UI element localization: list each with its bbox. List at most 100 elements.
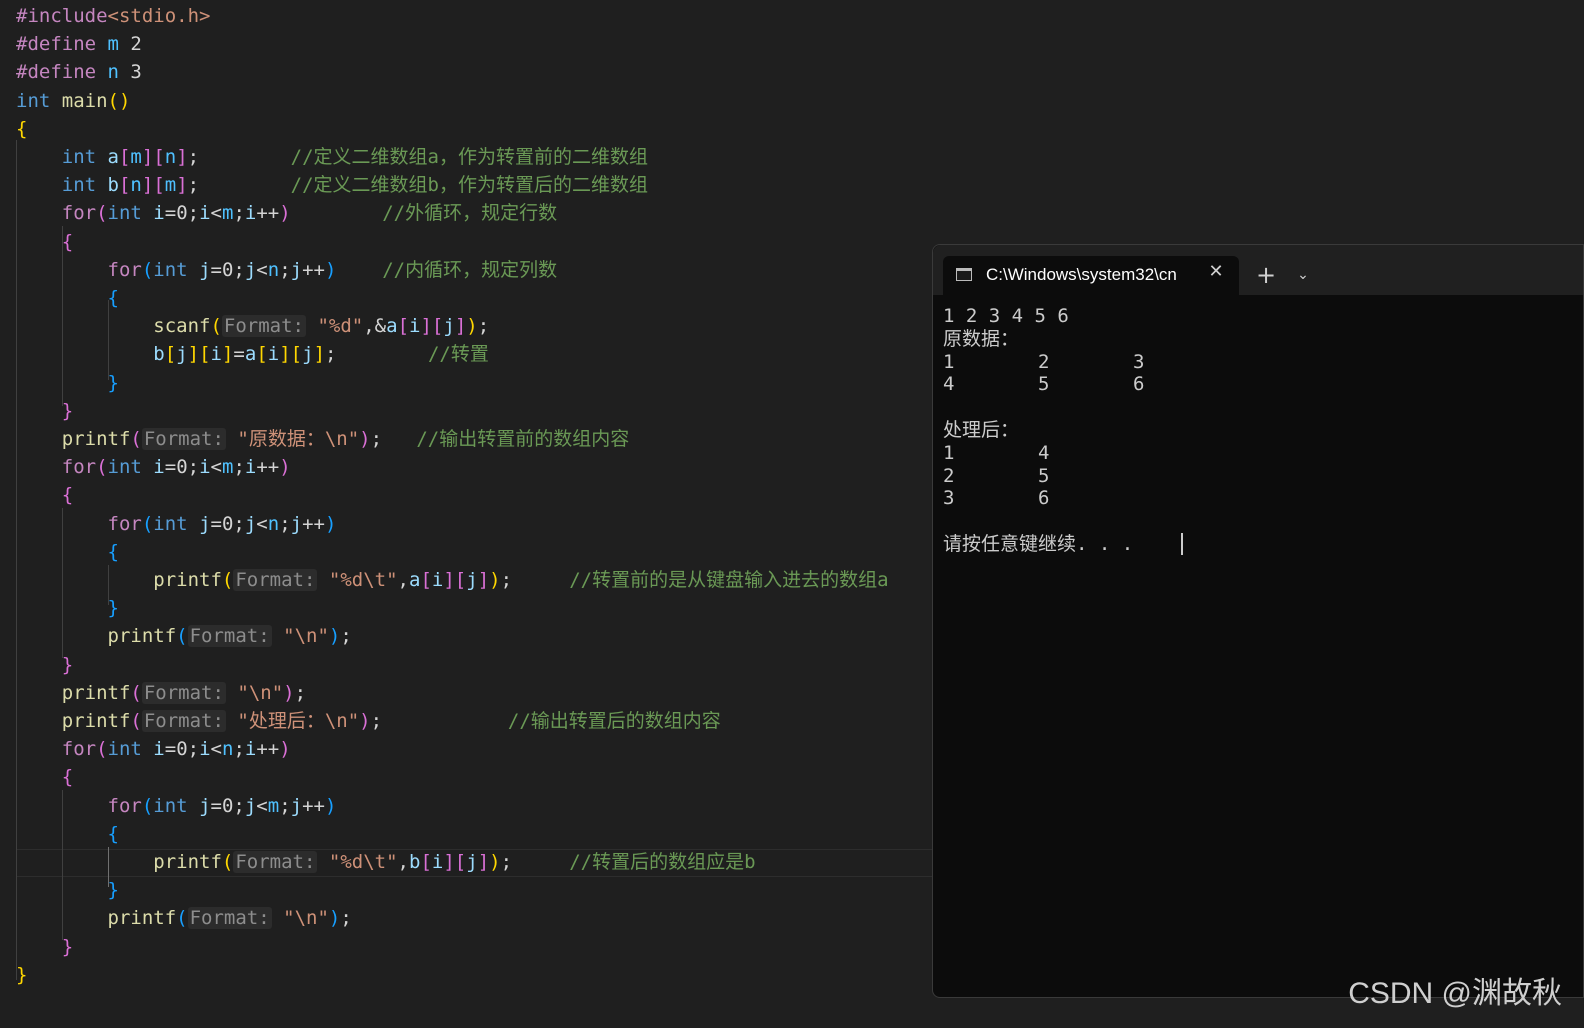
code-line[interactable]: for(int j=0;j<m;j++) bbox=[16, 792, 337, 820]
code-token: 3 bbox=[118, 61, 142, 84]
code-token: j bbox=[199, 794, 211, 817]
code-line[interactable]: { bbox=[16, 115, 27, 143]
code-line[interactable]: { bbox=[16, 820, 119, 848]
code-line[interactable]: #define m 2 bbox=[16, 30, 142, 58]
code-token: ,& bbox=[363, 315, 387, 338]
code-token: ++ bbox=[256, 202, 280, 225]
code-token: ] bbox=[176, 174, 188, 197]
code-line[interactable]: } bbox=[16, 933, 73, 961]
code-line[interactable]: { bbox=[16, 538, 119, 566]
code-line[interactable]: printf(Format: "%d\t",b[i][j]); //转置后的数组… bbox=[16, 848, 756, 876]
terminal-text: 5 bbox=[1038, 373, 1050, 396]
code-line[interactable]: } bbox=[16, 369, 119, 397]
code-line[interactable]: { bbox=[16, 228, 73, 256]
code-token: } bbox=[16, 653, 74, 676]
code-line[interactable]: #include<stdio.h> bbox=[16, 2, 210, 30]
code-token: <stdio.h> bbox=[107, 5, 211, 27]
code-line[interactable]: for(int i=0;i<m;i++) bbox=[16, 453, 291, 481]
code-token: ) bbox=[279, 738, 291, 761]
code-token: ][ bbox=[279, 343, 303, 366]
terminal-line: 4 5 6 bbox=[943, 373, 1563, 396]
terminal-output[interactable]: 1 2 3 4 5 6 原数据： 1 2 3 4 5 6 处理后： 1 4 2 5 3 6 请按任意键继续. … bbox=[943, 305, 1573, 985]
close-tab-icon[interactable]: ✕ bbox=[1205, 261, 1227, 283]
code-line[interactable]: } bbox=[16, 594, 119, 622]
terminal-cursor bbox=[1181, 533, 1183, 555]
code-line[interactable]: #define n 3 bbox=[16, 58, 142, 86]
new-tab-button[interactable]: + bbox=[1253, 262, 1279, 288]
code-line[interactable]: scanf(Format: "%d",&a[i][j]); bbox=[16, 312, 489, 340]
parameter-hint: Format: bbox=[141, 428, 226, 450]
code-token: b bbox=[16, 343, 165, 366]
code-line[interactable]: printf(Format: "\n"); bbox=[16, 622, 352, 650]
code-comment: //内循环，规定列数 bbox=[382, 258, 558, 281]
code-token: =0; bbox=[164, 202, 200, 225]
code-line[interactable]: for(int j=0;j<n;j++) //内循环，规定列数 bbox=[16, 256, 558, 284]
code-token: m bbox=[164, 174, 177, 197]
parameter-hint: Format: bbox=[141, 681, 226, 704]
code-line[interactable]: { bbox=[16, 481, 73, 509]
code-token: ) bbox=[466, 315, 478, 338]
code-line[interactable]: printf(Format: "\n"); bbox=[16, 904, 352, 932]
code-line[interactable]: } bbox=[16, 651, 73, 679]
terminal-line: 14 bbox=[943, 442, 1563, 465]
code-token: m bbox=[221, 456, 234, 479]
code-token: i bbox=[244, 456, 257, 479]
code-line[interactable]: printf(Format: "\n"); bbox=[16, 679, 306, 707]
code-line[interactable]: } bbox=[16, 876, 119, 904]
terminal-text: 2 bbox=[943, 464, 955, 487]
parameter-hint: Format: bbox=[187, 625, 272, 648]
code-token: int bbox=[153, 794, 200, 817]
code-line[interactable]: printf(Format: "处理后：\n"); //输出转置后的数组内容 bbox=[16, 707, 721, 735]
code-token: "\n" bbox=[283, 907, 329, 930]
code-token: i bbox=[153, 202, 165, 225]
code-token: i bbox=[199, 202, 211, 225]
terminal-window[interactable]: C:\Windows\system32\cn ✕ + ⌄ 1 2 3 4 5 6… bbox=[932, 244, 1584, 998]
code-token: int bbox=[16, 174, 108, 197]
code-token: i bbox=[210, 343, 222, 366]
code-token: , bbox=[397, 851, 409, 873]
code-token: i bbox=[153, 456, 165, 479]
code-token: =0; bbox=[210, 512, 245, 535]
code-token: "处理后：\n" bbox=[237, 710, 360, 732]
code-token: ( bbox=[96, 738, 108, 761]
terminal-line: 1 2 3 bbox=[943, 351, 1563, 374]
code-line[interactable]: { bbox=[16, 763, 73, 791]
code-line[interactable]: printf(Format: "原数据：\n"); //输出转置前的数组内容 bbox=[16, 425, 629, 453]
terminal-tab[interactable]: C:\Windows\system32\cn ✕ bbox=[943, 256, 1239, 295]
code-line[interactable]: { bbox=[16, 284, 119, 312]
code-line[interactable]: b[j][i]=a[i][j]; //转置 bbox=[16, 340, 489, 368]
code-token: =0; bbox=[210, 258, 245, 281]
code-token: i bbox=[431, 569, 444, 591]
code-token: 2 bbox=[118, 33, 142, 56]
terminal-text: 6 bbox=[1038, 487, 1050, 510]
code-comment: //转置前的是从键盘输入进去的数组a bbox=[569, 569, 889, 591]
code-token: n bbox=[107, 61, 119, 84]
code-token: ] bbox=[176, 146, 188, 168]
code-token: m bbox=[107, 33, 119, 56]
code-line[interactable]: } bbox=[16, 397, 73, 425]
code-line[interactable]: printf(Format: "%d\t",a[i][j]); //转置前的是从… bbox=[16, 566, 889, 594]
code-token: ; bbox=[500, 851, 570, 873]
terminal-text: 4 bbox=[943, 373, 955, 396]
code-line[interactable]: int main() bbox=[16, 87, 130, 115]
code-line[interactable]: int a[m][n]; //定义二维数组a，作为转置前的二维数组 bbox=[16, 143, 648, 171]
code-token: { bbox=[16, 117, 28, 140]
code-line[interactable]: for(int i=0;i<n;i++) bbox=[16, 735, 291, 763]
code-token: [ bbox=[118, 174, 131, 197]
code-line[interactable]: } bbox=[16, 961, 27, 989]
code-token: for bbox=[16, 456, 97, 479]
code-token: j bbox=[290, 258, 303, 281]
code-token: int bbox=[107, 202, 154, 225]
code-line[interactable]: for(int i=0;i<m;i++) //外循环，规定行数 bbox=[16, 199, 557, 227]
code-token: main bbox=[61, 89, 108, 112]
code-token: [ bbox=[118, 146, 131, 168]
chevron-down-icon[interactable]: ⌄ bbox=[1291, 263, 1315, 287]
code-token: { bbox=[16, 822, 119, 845]
code-token: ) bbox=[489, 569, 501, 591]
code-line[interactable]: for(int j=0;j<n;j++) bbox=[16, 510, 337, 538]
code-line[interactable]: int b[n][m]; //定义二维数组b，作为转置后的二维数组 bbox=[16, 171, 648, 199]
code-token: printf bbox=[16, 681, 131, 704]
